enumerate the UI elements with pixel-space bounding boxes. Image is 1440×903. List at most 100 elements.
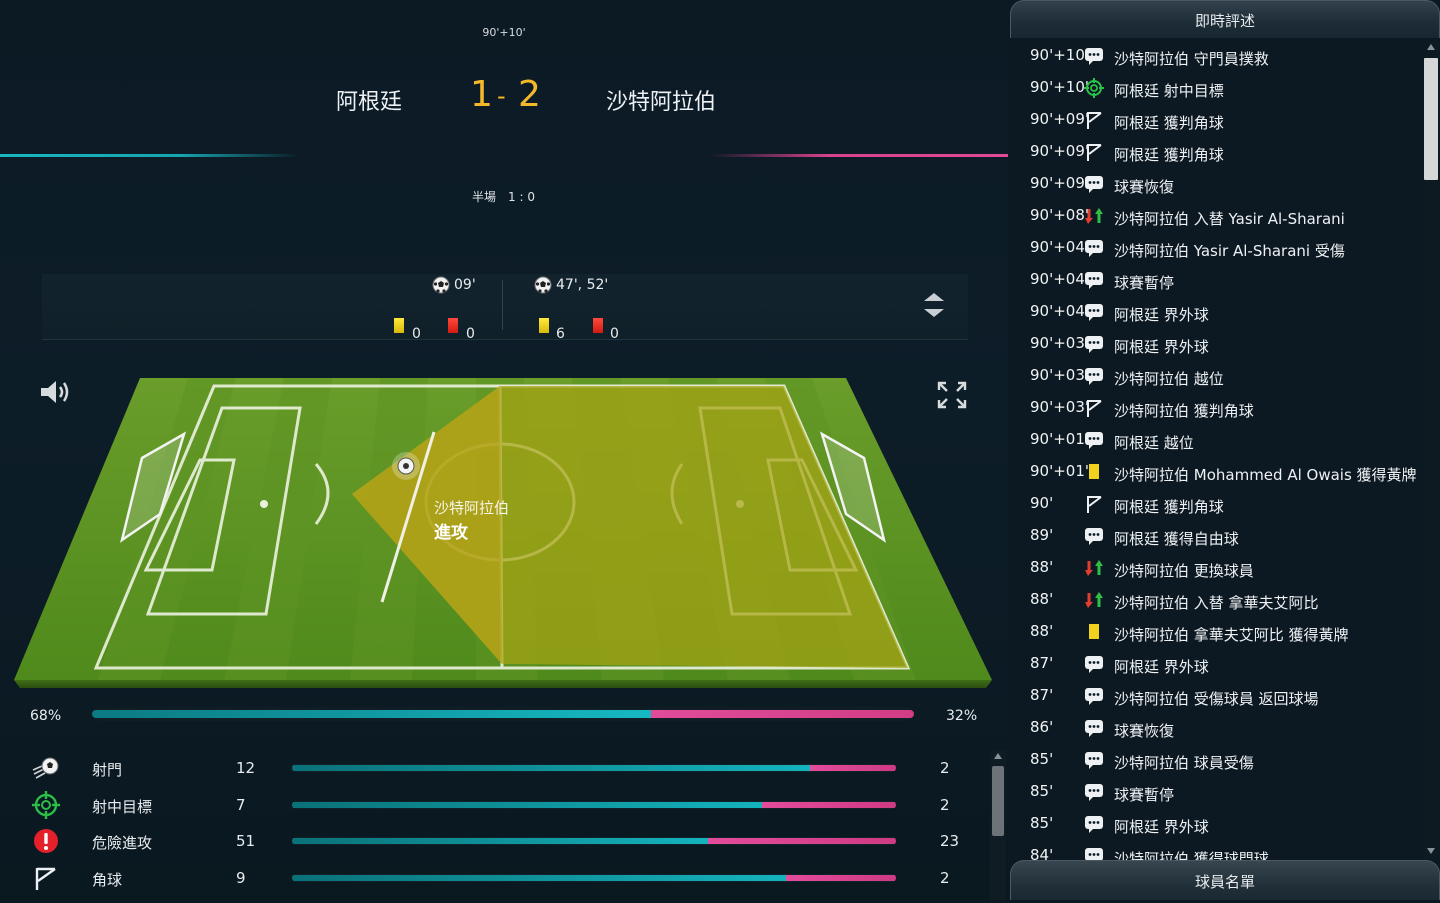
commentary-time: 90'+08' bbox=[1030, 206, 1089, 224]
commentary-text: 阿根廷 越位 bbox=[1114, 434, 1194, 452]
danger-icon bbox=[32, 827, 60, 855]
commentary-item: 90'+04' 球賽暫停 bbox=[1008, 264, 1422, 296]
attack-state-label: 進攻 bbox=[434, 523, 468, 543]
scroll-up-icon[interactable] bbox=[994, 753, 1002, 759]
commentary-time: 87' bbox=[1030, 654, 1054, 672]
scroll-up-icon[interactable] bbox=[1427, 44, 1435, 50]
attacking-team: 沙特阿拉伯 bbox=[434, 499, 510, 517]
comment-icon bbox=[1084, 430, 1104, 450]
commentary-title[interactable]: 即時評述 bbox=[1010, 0, 1440, 38]
commentary-time: 90'+09' bbox=[1030, 110, 1089, 128]
commentary-item: 84' 沙特阿拉伯 獲得球門球 bbox=[1008, 840, 1422, 860]
comment-icon bbox=[1084, 302, 1104, 322]
commentary-time: 85' bbox=[1030, 814, 1054, 832]
away-yellow-count: 6 bbox=[556, 326, 565, 342]
commentary-time: 88' bbox=[1030, 558, 1054, 576]
stat-home-fill bbox=[292, 765, 810, 771]
player-list-tab[interactable]: 球員名單 bbox=[1010, 860, 1440, 900]
stat-away-fill bbox=[786, 874, 896, 881]
commentary-text: 阿根廷 射中目標 bbox=[1114, 82, 1224, 100]
stat-row: 角球 9 2 bbox=[0, 860, 990, 896]
commentary-text: 阿根廷 獲判角球 bbox=[1114, 146, 1224, 164]
stat-away-value: 2 bbox=[940, 868, 950, 887]
stat-home-fill bbox=[292, 874, 787, 881]
scroll-down-icon[interactable] bbox=[1427, 848, 1435, 854]
possession-bar bbox=[92, 707, 914, 721]
away-goal-times: 47', 52' bbox=[556, 277, 609, 293]
scroll-thumb[interactable] bbox=[1424, 58, 1438, 180]
stat-away-fill bbox=[761, 801, 896, 808]
pitch-graphic bbox=[14, 378, 992, 688]
commentary-list: 90'+10' 沙特阿拉伯 守門員撲救 90'+10' 阿根廷 射中目標 90'+09'… bbox=[1008, 40, 1422, 860]
stat-away-value: 2 bbox=[940, 795, 950, 814]
commentary-text: 阿根廷 獲判角球 bbox=[1114, 114, 1224, 132]
corner-flag-icon bbox=[1084, 142, 1104, 162]
comment-icon bbox=[1084, 814, 1104, 834]
away-team-name: 沙特阿拉伯 bbox=[606, 90, 717, 115]
comment-icon bbox=[1084, 46, 1104, 66]
commentary-time: 90'+04' bbox=[1030, 302, 1089, 320]
commentary-text: 阿根廷 界外球 bbox=[1114, 338, 1209, 356]
home-red-count: 0 bbox=[466, 326, 475, 342]
substitution-icon bbox=[1084, 590, 1104, 610]
commentary-time: 85' bbox=[1030, 782, 1054, 800]
commentary-text: 沙特阿拉伯 Yasir Al-Sharani 受傷 bbox=[1114, 242, 1345, 260]
commentary-item: 90'+04' 阿根廷 界外球 bbox=[1008, 296, 1422, 328]
home-yellow-count: 0 bbox=[412, 326, 421, 342]
stat-row: 危險進攻 51 23 bbox=[0, 823, 990, 859]
commentary-item: 90'+09' 球賽恢復 bbox=[1008, 168, 1422, 200]
halftime-value: 1 : 0 bbox=[508, 190, 535, 204]
match-clock: 90'+10' bbox=[482, 26, 526, 39]
commentary-item: 88' 沙特阿拉伯 拿華夫艾阿比 獲得黃牌 bbox=[1008, 616, 1422, 648]
commentary-item: 90'+09' 阿根廷 獲判角球 bbox=[1008, 104, 1422, 136]
home-goals: 09' bbox=[432, 276, 476, 294]
commentary-item: 87' 阿根廷 界外球 bbox=[1008, 648, 1422, 680]
comment-icon bbox=[1084, 174, 1104, 194]
commentary-time: 90'+03' bbox=[1030, 366, 1089, 384]
commentary-time: 90'+01' bbox=[1030, 430, 1089, 448]
commentary-time: 86' bbox=[1030, 718, 1054, 736]
stat-home-fill bbox=[292, 801, 762, 808]
stat-label: 角球 bbox=[92, 870, 123, 889]
stat-bar bbox=[292, 764, 896, 772]
commentary-item: 90' 阿根廷 獲判角球 bbox=[1008, 488, 1422, 520]
commentary-text: 阿根廷 獲判角球 bbox=[1114, 498, 1224, 516]
red-card-icon bbox=[448, 318, 458, 333]
commentary-item: 90'+10' 阿根廷 射中目標 bbox=[1008, 72, 1422, 104]
stat-row: 射中目標 7 2 bbox=[0, 787, 990, 823]
commentary-text: 阿根廷 獲得自由球 bbox=[1114, 530, 1239, 548]
commentary-item: 90'+03' 沙特阿拉伯 獲判角球 bbox=[1008, 392, 1422, 424]
away-score: 2 bbox=[518, 74, 541, 115]
commentary-text: 沙特阿拉伯 更換球員 bbox=[1114, 562, 1254, 580]
commentary-time: 90'+09' bbox=[1030, 174, 1089, 192]
home-possession-fill bbox=[92, 710, 651, 718]
comment-icon bbox=[1084, 334, 1104, 354]
expand-collapse-icon[interactable] bbox=[922, 290, 946, 320]
commentary-time: 90'+01' bbox=[1030, 462, 1089, 480]
commentary-time: 90'+03' bbox=[1030, 334, 1089, 352]
corner-flag-icon bbox=[32, 864, 60, 892]
commentary-time: 90'+10' bbox=[1030, 46, 1089, 64]
commentary-time: 90'+04' bbox=[1030, 238, 1089, 256]
yellow-card-icon bbox=[1084, 622, 1104, 642]
home-possession: 68% bbox=[30, 708, 62, 724]
comment-icon bbox=[1084, 238, 1104, 258]
scroll-thumb[interactable] bbox=[992, 766, 1004, 836]
commentary-item: 90'+01' 沙特阿拉伯 Mohammed Al Owais 獲得黃牌 bbox=[1008, 456, 1422, 488]
comment-icon bbox=[1084, 846, 1104, 860]
stat-home-fill bbox=[292, 838, 709, 844]
commentary-item: 90'+03' 沙特阿拉伯 越位 bbox=[1008, 360, 1422, 392]
event-summary-box: 09' 47', 52' 0 0 6 0 bbox=[42, 274, 968, 342]
commentary-time: 85' bbox=[1030, 750, 1054, 768]
commentary-scrollbar[interactable] bbox=[1422, 40, 1440, 860]
commentary-text: 球賽恢復 bbox=[1114, 722, 1175, 740]
commentary-item: 90'+09' 阿根廷 獲判角球 bbox=[1008, 136, 1422, 168]
away-goals: 47', 52' bbox=[534, 276, 608, 294]
comment-icon bbox=[1084, 526, 1104, 546]
commentary-text: 沙特阿拉伯 獲得球門球 bbox=[1114, 850, 1269, 860]
commentary-text: 沙特阿拉伯 球員受傷 bbox=[1114, 754, 1254, 772]
red-card-icon bbox=[593, 318, 603, 333]
stats-scrollbar[interactable] bbox=[990, 750, 1006, 900]
yellow-card-icon bbox=[394, 318, 404, 333]
commentary-item: 85' 球賽暫停 bbox=[1008, 776, 1422, 808]
